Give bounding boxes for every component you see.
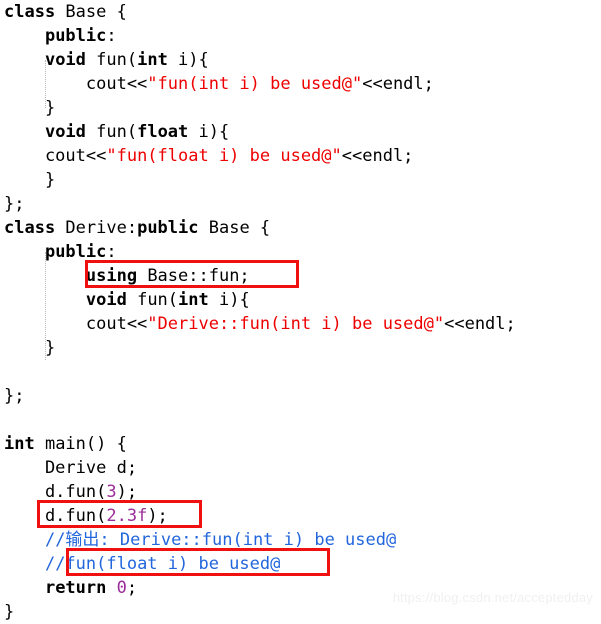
code-token-number: 2.3f xyxy=(106,506,148,526)
code-token-plain: }; xyxy=(4,386,25,406)
code-editor-area: class Base { public: void fun(int i){ co… xyxy=(0,0,601,622)
code-token-string: "Derive::fun(int i) be used@" xyxy=(147,314,445,334)
code-line: class Base { xyxy=(4,0,127,24)
code-token-plain: } xyxy=(4,602,15,622)
code-token-keyword: public xyxy=(44,26,107,46)
code-line: } xyxy=(4,600,14,624)
code-token-plain: d.fun( xyxy=(4,482,107,502)
code-token-plain: } xyxy=(4,98,56,118)
code-token-keyword: using xyxy=(85,266,138,286)
code-line: //fun(float i) be used@ xyxy=(4,552,280,576)
code-line: d.fun(3); xyxy=(4,480,137,504)
code-token-plain: } xyxy=(4,338,56,358)
code-line: }; xyxy=(4,192,24,216)
code-token-plain: i){ xyxy=(188,122,230,142)
code-token-plain: Derive d; xyxy=(4,458,138,478)
code-token-plain: Base { xyxy=(55,2,127,22)
code-token-plain: ; xyxy=(126,578,138,598)
code-token-string: "fun(int i) be used@" xyxy=(147,74,363,94)
code-line: public: xyxy=(4,240,117,264)
code-line: }; xyxy=(4,384,24,408)
code-token-plain: cout<< xyxy=(4,314,148,334)
code-token-keyword: void xyxy=(85,290,127,310)
code-token-keyword: int xyxy=(137,50,168,70)
code-token-plain: main() { xyxy=(34,434,127,454)
code-token-keyword: int xyxy=(178,290,209,310)
code-token-number: 3 xyxy=(106,482,117,502)
code-token-plain: Base::fun; xyxy=(137,266,250,286)
code-token-plain: ); xyxy=(116,482,138,502)
code-token-plain: fun( xyxy=(85,50,138,70)
code-token-plain: i){ xyxy=(167,50,209,70)
code-token-plain: <<endl; xyxy=(362,74,434,94)
code-line: //输出: Derive::fun(int i) be used@ xyxy=(4,528,396,552)
code-line: return 0; xyxy=(4,576,137,600)
code-token-plain: d.fun( xyxy=(4,506,107,526)
code-token-number: 0 xyxy=(116,578,127,598)
code-token-keyword: void xyxy=(44,50,86,70)
code-token-keyword: public xyxy=(137,218,199,238)
code-token-keyword: public xyxy=(44,242,107,262)
code-token-keyword: float xyxy=(137,122,189,142)
code-token-plain: fun( xyxy=(126,290,179,310)
code-token-plain: }; xyxy=(4,194,25,214)
code-token-plain: : xyxy=(106,242,117,262)
code-line: void fun(int i){ xyxy=(4,48,209,72)
code-line-blank xyxy=(4,408,14,432)
code-token-plain: fun( xyxy=(85,122,138,142)
code-line: void fun(int i){ xyxy=(4,288,250,312)
code-token-plain: <<endl; xyxy=(341,146,414,166)
code-line: d.fun(2.3f); xyxy=(4,504,168,528)
code-token-keyword: class xyxy=(4,2,56,22)
code-token-keyword: void xyxy=(44,122,86,142)
code-line: cout<<"Derive::fun(int i) be used@"<<end… xyxy=(4,312,516,336)
code-token-plain: <<endl; xyxy=(444,314,516,334)
code-line-blank xyxy=(4,360,14,384)
code-token-plain: Derive: xyxy=(55,218,138,238)
code-token-plain: i){ xyxy=(208,290,250,310)
code-line: void fun(float i){ xyxy=(4,120,229,144)
code-line: } xyxy=(4,96,55,120)
code-line: } xyxy=(4,168,55,192)
watermark-text: https://blog.csdn.net/acceptedday xyxy=(392,590,593,605)
code-line: using Base::fun; xyxy=(4,264,250,288)
code-token-comment: //输出: Derive::fun(int i) be used@ xyxy=(44,530,397,550)
code-token-comment: //fun(float i) be used@ xyxy=(44,554,281,574)
code-line: cout<<"fun(int i) be used@"<<endl; xyxy=(4,72,434,96)
code-token-plain: Base { xyxy=(198,218,271,238)
code-line: Derive d; xyxy=(4,456,137,480)
code-line: class Derive:public Base { xyxy=(4,216,270,240)
code-token-plain: cout<< xyxy=(4,146,107,166)
code-token-keyword: int xyxy=(4,434,35,454)
code-token-plain: ); xyxy=(147,506,168,526)
code-line: } xyxy=(4,336,55,360)
code-line: public: xyxy=(4,24,117,48)
code-token-plain: } xyxy=(4,170,56,190)
code-token-keyword: class xyxy=(4,218,56,238)
code-token-plain: cout<< xyxy=(4,74,148,94)
code-line: int main() { xyxy=(4,432,127,456)
code-line: cout<<"fun(float i) be used@"<<endl; xyxy=(4,144,413,168)
code-token-string: "fun(float i) be used@" xyxy=(106,146,342,166)
code-token-keyword: return xyxy=(44,578,107,598)
code-token-plain: : xyxy=(106,26,117,46)
